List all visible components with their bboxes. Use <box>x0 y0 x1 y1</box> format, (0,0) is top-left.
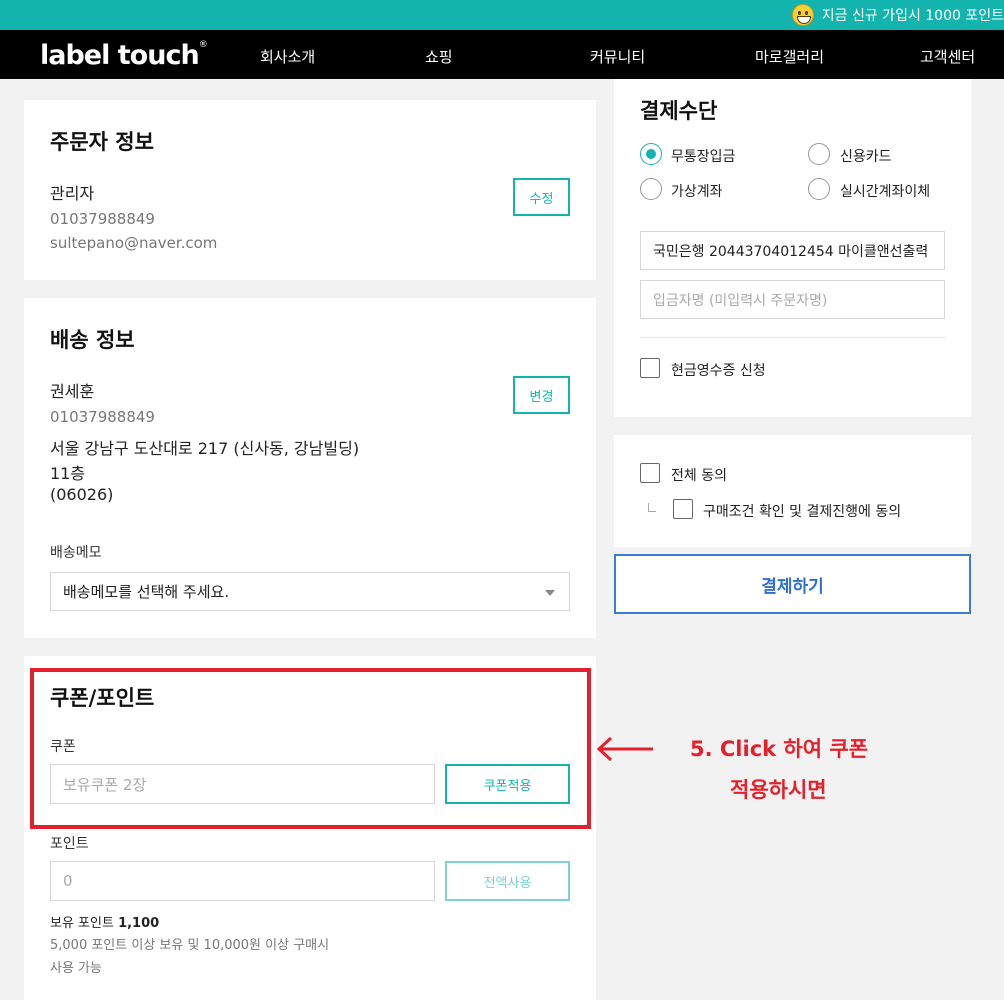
depositor-placeholder: 입금자명 (미입력시 주문자명) <box>653 292 828 309</box>
owned-points-label: 보유 포인트 <box>50 916 114 931</box>
orderer-email: sultepano@naver.com <box>50 234 218 252</box>
orderer-title: 주문자 정보 <box>50 130 154 154</box>
annotation-line1: 5. Click 하여 쿠폰 <box>690 737 869 761</box>
promo-banner[interactable]: 지금 신규 가입시 1000 포인트 <box>791 4 1004 26</box>
nav-item-shopping[interactable]: 쇼핑 <box>425 46 453 67</box>
agree-all-label: 전체 동의 <box>671 468 727 484</box>
main-nav: label touch® 회사소개 쇼핑 커뮤니티 마로갤러리 고객센터 <box>0 30 1004 79</box>
orderer-phone: 01037988849 <box>50 210 155 228</box>
radio-realtime-transfer-label: 실시간계좌이체 <box>840 184 931 200</box>
points-note-line2: 사용 가능 <box>50 961 102 976</box>
radio-bank-transfer[interactable] <box>640 143 662 165</box>
agreement-card: 전체 동의 구매조건 확인 및 결제진행에 동의 <box>614 435 971 547</box>
indent-branch-icon <box>648 503 656 512</box>
shipping-address-line1: 서울 강남구 도산대로 217 (신사동, 강남빌딩) <box>50 439 360 458</box>
owned-points: 보유 포인트 1,100 <box>50 912 159 931</box>
change-address-button[interactable]: 변경 <box>513 376 570 414</box>
pay-button[interactable]: 결제하기 <box>614 554 971 614</box>
shipping-zip: (06026) <box>50 485 114 504</box>
nav-item-company[interactable]: 회사소개 <box>260 46 315 67</box>
depositor-input[interactable]: 입금자명 (미입력시 주문자명) <box>640 280 945 319</box>
agree-purchase-label: 구매조건 확인 및 결제진행에 동의 <box>703 504 902 520</box>
edit-button[interactable]: 수정 <box>513 178 570 216</box>
shipping-phone: 01037988849 <box>50 408 155 426</box>
divider <box>640 337 945 338</box>
bank-account-select[interactable]: 국민은행 20443704012454 마이클앤선출력 <box>640 231 945 270</box>
points-note-line1: 5,000 포인트 이상 보유 및 10,000원 이상 구매시 <box>50 938 330 953</box>
radio-credit-card[interactable] <box>808 143 830 165</box>
promo-text: 지금 신규 가입시 1000 포인트 <box>821 8 1004 24</box>
radio-realtime-transfer[interactable] <box>808 178 830 200</box>
nav-item-support[interactable]: 고객센터 <box>920 46 975 67</box>
annotation-line2: 적용하시면 <box>730 778 827 802</box>
orderer-name: 관리자 <box>50 184 95 203</box>
cash-receipt-label: 현금영수증 신청 <box>671 363 766 379</box>
radio-virtual-account-label: 가상계좌 <box>671 184 723 200</box>
radio-virtual-account[interactable] <box>640 178 662 200</box>
nav-item-community[interactable]: 커뮤니티 <box>590 46 645 67</box>
logo-text: label touch <box>40 40 200 71</box>
radio-credit-card-label: 신용카드 <box>840 149 892 165</box>
shipping-card: 배송 정보 권세훈 01037988849 서울 강남구 도산대로 217 (신… <box>24 298 596 638</box>
point-input[interactable]: 0 <box>50 861 435 901</box>
cash-receipt-checkbox[interactable] <box>640 358 660 378</box>
memo-select-value: 배송메모를 선택해 주세요. <box>63 583 230 601</box>
agree-purchase-checkbox[interactable] <box>673 499 693 519</box>
memo-select[interactable]: 배송메모를 선택해 주세요. <box>50 572 570 611</box>
owned-points-value: 1,100 <box>118 916 160 931</box>
memo-label: 배송메모 <box>50 545 102 561</box>
smiley-icon <box>791 4 814 26</box>
logo[interactable]: label touch® <box>40 40 208 71</box>
point-label: 포인트 <box>50 836 89 852</box>
payment-method-card: 결제수단 무통장입금 신용카드 가상계좌 실시간계좌이체 국민은행 204437… <box>614 79 971 417</box>
arrow-left-icon <box>596 736 653 762</box>
payment-title: 결제수단 <box>640 99 718 123</box>
shipping-address-line2: 11층 <box>50 464 86 483</box>
nav-item-gallery[interactable]: 마로갤러리 <box>755 46 824 67</box>
agree-all-checkbox[interactable] <box>640 463 660 483</box>
point-input-value: 0 <box>63 872 73 890</box>
radio-bank-transfer-label: 무통장입금 <box>671 149 736 165</box>
chevron-down-icon <box>545 590 555 596</box>
orderer-card: 주문자 정보 관리자 01037988849 sultepano@naver.c… <box>24 100 596 280</box>
shipping-title: 배송 정보 <box>50 328 135 352</box>
annotation-highlight-box <box>30 668 591 829</box>
use-all-points-button[interactable]: 전액사용 <box>445 861 570 901</box>
promo-bar: 지금 신규 가입시 1000 포인트 <box>0 0 1004 30</box>
shipping-name: 권세훈 <box>50 382 95 401</box>
logo-mark: ® <box>198 40 208 50</box>
